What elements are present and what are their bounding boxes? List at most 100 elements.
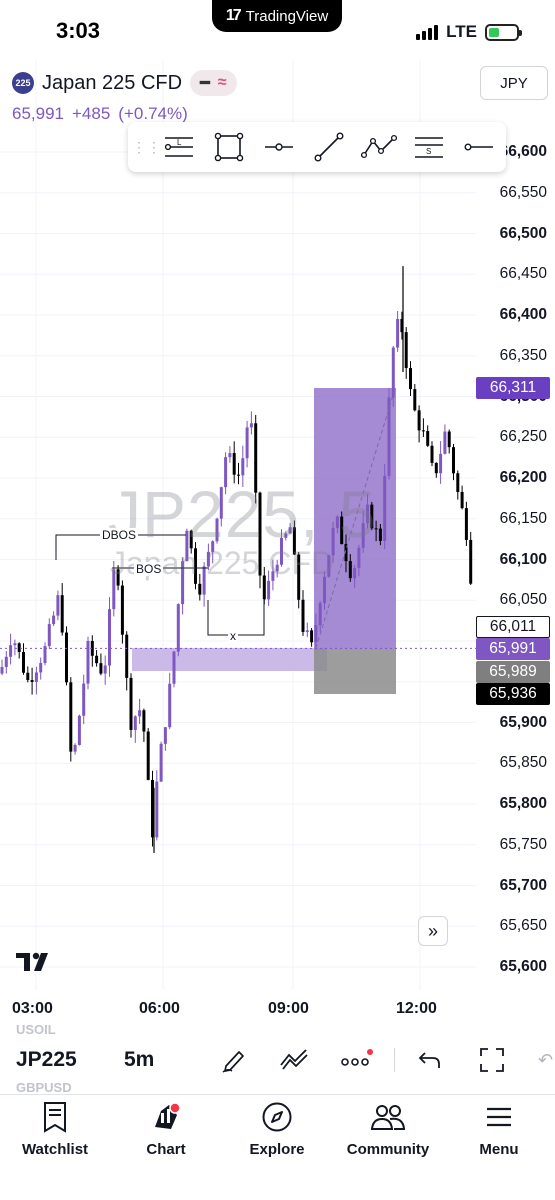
- candle-body: [421, 430, 425, 432]
- fullscreen-button[interactable]: [474, 1042, 510, 1078]
- candle-body: [301, 599, 305, 632]
- candle-body: [103, 665, 107, 674]
- candle-body: [99, 663, 103, 674]
- candle-body: [348, 561, 352, 579]
- bos-label[interactable]: BOS: [134, 562, 164, 576]
- candle-body: [168, 683, 172, 728]
- candle-body: [443, 431, 447, 454]
- candle-body: [4, 656, 8, 667]
- status-indicators: LTE: [416, 22, 522, 42]
- next-symbol-hint[interactable]: GBPUSD: [16, 1080, 72, 1095]
- dbos-label[interactable]: DBOS: [100, 528, 139, 542]
- partial-icon: ↶: [537, 1049, 554, 1070]
- more-tools-peek[interactable]: ↶: [536, 1042, 555, 1078]
- approx-icon: ≈: [217, 74, 227, 91]
- candle-body: [391, 347, 395, 398]
- candle-body: [138, 710, 142, 717]
- rectangle-icon: [214, 132, 244, 162]
- symbol-header[interactable]: 225 Japan 225 CFD ━ ≈: [12, 70, 237, 96]
- candle-body: [176, 604, 180, 652]
- candle-body: [434, 462, 438, 474]
- price-tag: 65,991: [476, 638, 550, 660]
- candle-body: [129, 677, 133, 730]
- undo-button[interactable]: [412, 1042, 448, 1078]
- time-label-1200: 12:00: [396, 1000, 437, 1017]
- market-status-pill[interactable]: ━ ≈: [190, 70, 237, 96]
- tradingview-pill: 17 TradingView: [212, 0, 342, 32]
- price-tag: 65,936: [476, 683, 550, 705]
- status-bar: 3:03 17 TradingView LTE: [0, 0, 555, 64]
- price-axis-label: 66,400: [499, 306, 547, 323]
- price-tag: 66,011: [476, 616, 550, 638]
- candle-body: [198, 583, 202, 595]
- candle-body: [13, 643, 17, 646]
- candle-body: [39, 662, 43, 673]
- drawing-toolbar[interactable]: ⋮⋮ L S: [128, 122, 506, 172]
- time-label-0600: 06:00: [139, 1000, 180, 1017]
- candle-body: [245, 427, 249, 459]
- drag-handle-icon[interactable]: ⋮⋮: [132, 140, 161, 154]
- rectangle-tool[interactable]: [204, 127, 254, 167]
- candle-body: [65, 632, 68, 683]
- prev-symbol-hint[interactable]: USOIL: [16, 1022, 56, 1037]
- community-icon: [370, 1101, 406, 1133]
- price-tag: 66,311: [476, 376, 550, 399]
- symbol-title[interactable]: Japan 225 CFD: [42, 72, 182, 95]
- tab-menu[interactable]: Menu: [444, 1101, 554, 1158]
- candle-body: [52, 615, 56, 625]
- candle-body: [314, 625, 318, 643]
- price-axis-label: 66,550: [499, 183, 547, 201]
- price-axis-label: 65,700: [499, 876, 547, 894]
- x-label[interactable]: x: [228, 629, 238, 643]
- candle-body: [0, 666, 4, 674]
- candle-body: [22, 652, 25, 673]
- watermark-symbol: JP225, 5: [108, 477, 377, 551]
- chart-toolbar[interactable]: USOIL JP225 GBPUSD 5m ↶: [0, 1022, 555, 1095]
- candle-body: [73, 744, 77, 752]
- tab-explore[interactable]: Explore: [222, 1101, 332, 1158]
- candle-body: [69, 682, 73, 752]
- tab-bar[interactable]: Watchlist Chart Explore Community Menu: [0, 1094, 555, 1200]
- candle-body: [409, 368, 412, 390]
- ray-tool[interactable]: [454, 127, 504, 167]
- currency-button[interactable]: JPY: [480, 66, 548, 100]
- candle-body: [456, 473, 460, 492]
- more-button[interactable]: [338, 1042, 374, 1078]
- drawing-tools-button[interactable]: [216, 1042, 252, 1078]
- fvg-zone: [132, 648, 327, 671]
- candle-body: [353, 567, 357, 579]
- horizontal-ray-tool[interactable]: [254, 127, 304, 167]
- path-icon: [361, 134, 397, 159]
- price-axis-label: 65,850: [499, 754, 547, 772]
- interval-button[interactable]: 5m: [124, 1048, 154, 1072]
- candle-body: [82, 683, 86, 716]
- candle-body: [452, 447, 455, 474]
- double-chevron-right-icon: »: [427, 920, 438, 941]
- trend-line-tool[interactable]: [304, 127, 354, 167]
- toolbar-separator: [394, 1048, 395, 1072]
- candle-body: [413, 389, 417, 411]
- path-tool[interactable]: [354, 127, 404, 167]
- current-symbol-button[interactable]: JP225: [16, 1048, 77, 1072]
- compass-icon: [261, 1101, 293, 1133]
- candle-body: [430, 445, 434, 463]
- tab-chart[interactable]: Chart: [111, 1101, 221, 1158]
- candle-body: [9, 645, 13, 657]
- candle-body: [26, 672, 30, 681]
- scroll-to-realtime-button[interactable]: »: [418, 916, 448, 946]
- channel-icon: S: [415, 137, 443, 158]
- svg-text:S: S: [426, 147, 431, 156]
- parallel-channel-tool[interactable]: S: [404, 127, 454, 167]
- stop-zone: [314, 650, 396, 694]
- tab-label-chart: Chart: [146, 1141, 186, 1158]
- candle-body: [310, 630, 314, 643]
- tab-watchlist[interactable]: Watchlist: [0, 1101, 110, 1158]
- candle-body: [383, 475, 387, 541]
- price-axis-label: 65,750: [499, 835, 547, 853]
- horizontal-line-label-tool[interactable]: L: [154, 127, 204, 167]
- tab-community[interactable]: Community: [333, 1101, 443, 1158]
- candle-body: [172, 651, 176, 684]
- indicators-button[interactable]: [276, 1042, 312, 1078]
- candle-body: [30, 680, 34, 682]
- fullscreen-icon: [480, 1048, 504, 1072]
